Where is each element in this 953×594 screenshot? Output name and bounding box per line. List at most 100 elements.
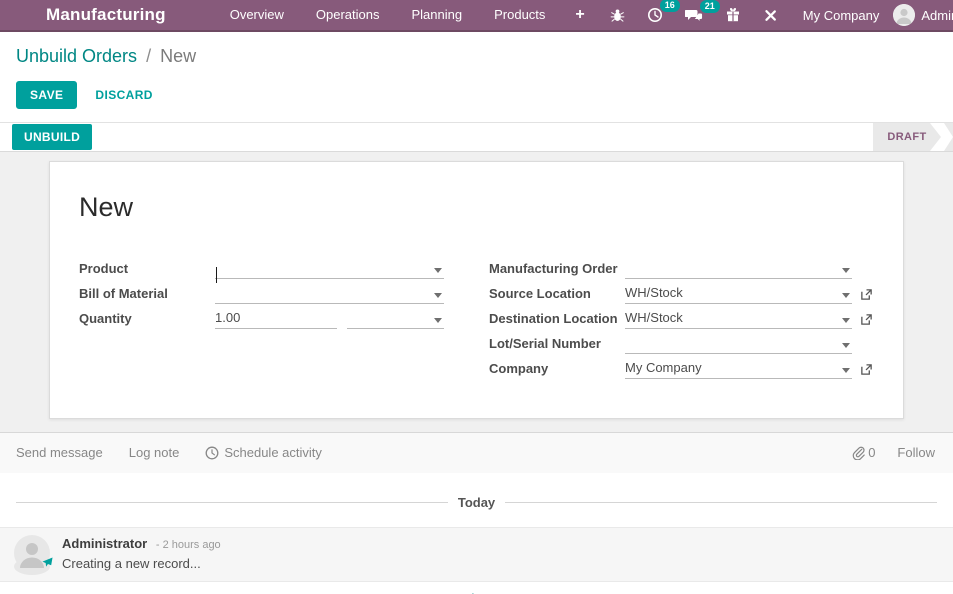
attachments-count: 0 [868, 445, 876, 460]
text-cursor [216, 267, 217, 283]
plus-menu-button[interactable]: + [561, 6, 598, 24]
external-link-icon[interactable] [860, 288, 873, 301]
manufacturing-order-field[interactable] [625, 268, 852, 279]
field-row-manufacturing-order: Manufacturing Order [489, 254, 874, 279]
manufacturing-order-label: Manufacturing Order [489, 261, 618, 276]
record-title: New [79, 192, 134, 222]
attachments-button[interactable]: 0 [852, 445, 875, 460]
external-link-icon[interactable] [860, 363, 873, 376]
tools-icon [765, 9, 776, 21]
company-label: Company [489, 361, 549, 376]
form-grid: Product Bill of Material Quantity 1.00 M… [79, 254, 874, 379]
quantity-field[interactable]: 1.00 [215, 310, 337, 329]
activities-button[interactable]: 16 [636, 0, 680, 23]
dropdown-caret-icon[interactable] [434, 293, 442, 298]
product-label: Product [79, 261, 129, 276]
source-location-label: Source Location [489, 286, 591, 301]
external-link-icon[interactable] [860, 313, 873, 326]
form-view: New Product Bill of Material Quantity 1.… [0, 152, 953, 432]
user-menu[interactable]: Administrator ( [893, 4, 953, 26]
form-column-right: Manufacturing Order Source Location WH/S… [489, 254, 874, 379]
main-menu: Overview Operations Planning Products + [214, 0, 599, 31]
breadcrumb-current: New [160, 46, 197, 66]
field-row-product: Product [79, 254, 444, 283]
control-panel-buttons: SAVE DISCARD [16, 69, 937, 122]
lot-serial-number-field[interactable] [625, 343, 852, 354]
status-arrow-sliver [944, 123, 953, 151]
control-panel: Unbuild Orders / New SAVE DISCARD [0, 32, 953, 122]
menu-item-overview[interactable]: Overview [214, 0, 300, 31]
top-navbar: Manufacturing Overview Operations Planni… [0, 0, 953, 32]
user-name: Administrator ( [921, 7, 953, 23]
breadcrumb: Unbuild Orders / New [16, 43, 937, 69]
dropdown-caret-icon[interactable] [842, 268, 850, 273]
company-switcher[interactable]: My Company [789, 8, 894, 23]
message-author[interactable]: Administrator [62, 536, 147, 551]
destination-location-label: Destination Location [489, 311, 618, 326]
menu-item-products[interactable]: Products [478, 0, 561, 31]
send-message-button[interactable]: Send message [16, 445, 103, 460]
message-thread: Today Administrator - 2 hours ago Creati… [0, 473, 953, 594]
messages-button[interactable]: 21 [674, 0, 720, 23]
log-note-label: Log note [128, 445, 180, 460]
dropdown-caret-icon[interactable] [434, 268, 442, 273]
breadcrumb-unbuild-orders[interactable]: Unbuild Orders [16, 46, 137, 66]
dropdown-caret-icon[interactable] [842, 368, 850, 373]
form-column-left: Product Bill of Material Quantity 1.00 [79, 254, 444, 379]
chatter-toolbar: Send message Log note Schedule activity … [0, 432, 953, 473]
field-row-bill-of-material: Bill of Material [79, 279, 444, 304]
send-message-label: Send message [16, 445, 103, 460]
paperclip-icon [852, 446, 865, 460]
menu-item-operations[interactable]: Operations [300, 0, 396, 31]
message-avatar [14, 535, 53, 575]
lot-serial-number-label: Lot/Serial Number [489, 336, 601, 351]
product-field[interactable] [215, 267, 444, 283]
dropdown-caret-icon[interactable] [842, 318, 850, 323]
chatter-right-tools: 0 Follow [852, 445, 937, 460]
company-field[interactable]: My Company [625, 360, 852, 379]
dropdown-caret-icon[interactable] [434, 318, 442, 323]
dropdown-caret-icon[interactable] [842, 293, 850, 298]
bill-of-material-field[interactable] [215, 293, 444, 304]
clock-icon [205, 446, 219, 459]
tools-button[interactable] [752, 8, 789, 23]
discard-button[interactable]: DISCARD [95, 88, 152, 102]
bug-icon [610, 9, 625, 22]
gift-button[interactable] [714, 7, 752, 23]
schedule-activity-button[interactable]: Schedule activity [205, 445, 322, 460]
note-plane-icon [42, 555, 53, 573]
follow-button[interactable]: Follow [897, 445, 935, 460]
bill-of-material-label: Bill of Material [79, 286, 168, 301]
date-divider-label: Today [457, 495, 496, 510]
company-value: My Company [625, 360, 702, 375]
quantity-widget: 1.00 [215, 310, 444, 329]
unbuild-button[interactable]: UNBUILD [12, 124, 93, 150]
log-note-button[interactable]: Log note [129, 445, 180, 460]
quantity-value: 1.00 [215, 310, 241, 325]
source-location-field[interactable]: WH/Stock [625, 285, 852, 304]
message: Administrator - 2 hours ago Creating a n… [0, 527, 953, 582]
quantity-label: Quantity [79, 311, 132, 326]
statusbar: UNBUILD DRAFT [0, 122, 953, 152]
chatter: Send message Log note Schedule activity … [0, 432, 953, 594]
date-divider: Today [0, 495, 953, 510]
message-timestamp: - 2 hours ago [155, 539, 221, 551]
menu-item-planning[interactable]: Planning [396, 0, 479, 31]
schedule-activity-label: Schedule activity [224, 445, 322, 460]
breadcrumb-separator: / [146, 46, 152, 66]
app-title[interactable]: Manufacturing [46, 5, 166, 25]
source-location-value: WH/Stock [625, 285, 683, 300]
save-button[interactable]: SAVE [16, 81, 78, 109]
apps-grid-icon[interactable] [10, 7, 14, 24]
field-row-quantity: Quantity 1.00 [79, 304, 444, 329]
field-row-lot-serial-number: Lot/Serial Number [489, 329, 874, 354]
uom-field[interactable] [347, 318, 444, 329]
status-badge-draft: DRAFT [873, 123, 941, 151]
field-row-company: Company My Company [489, 354, 874, 379]
dropdown-caret-icon[interactable] [842, 343, 850, 348]
debug-button[interactable] [599, 8, 636, 23]
destination-location-field[interactable]: WH/Stock [625, 310, 852, 329]
destination-location-value: WH/Stock [625, 310, 683, 325]
user-avatar [893, 4, 916, 26]
field-row-source-location: Source Location WH/Stock [489, 279, 874, 304]
